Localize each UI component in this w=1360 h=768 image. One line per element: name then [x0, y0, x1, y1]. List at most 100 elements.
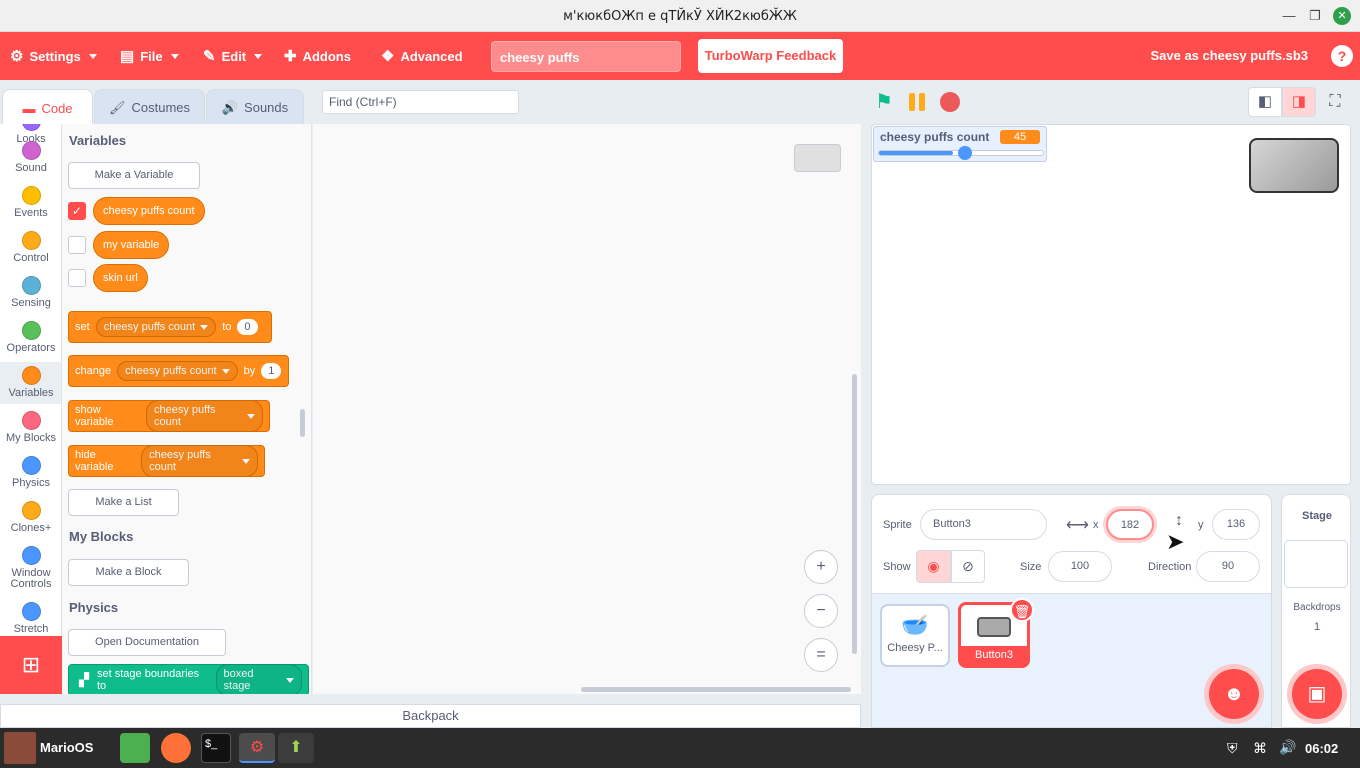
stop-icon[interactable] — [940, 92, 960, 112]
variable-checkbox[interactable]: ✓ — [68, 202, 86, 220]
edit-label: Edit — [221, 48, 247, 64]
zoom-out-button[interactable]: − — [804, 594, 838, 628]
backpack[interactable]: Backpack — [0, 704, 861, 728]
close-icon[interactable]: ✕ — [1333, 7, 1351, 25]
variable-dropdown[interactable]: cheesy puffs count — [141, 445, 258, 477]
direction-input[interactable]: 90 — [1196, 551, 1260, 582]
minimize-icon[interactable]: — — [1280, 7, 1298, 25]
project-title-input[interactable]: cheesy puffs — [491, 41, 681, 72]
large-stage-button[interactable]: ◨ — [1282, 87, 1316, 117]
category-clones+[interactable]: Clones+ — [0, 501, 61, 534]
variable-dropdown[interactable]: cheesy puffs count — [146, 400, 263, 432]
tab-code[interactable]: ▬ Code — [2, 89, 93, 126]
sprite-info-panel: Sprite Button3 ⟷ x 182 ↕ y 136 ➤ Show ◉ … — [871, 494, 1272, 594]
show-sprite-icon[interactable]: ◉ — [916, 550, 951, 583]
update-icon[interactable]: ⬆ — [278, 733, 314, 763]
save-as-button[interactable]: Save as cheesy puffs.sb3 — [1150, 48, 1308, 63]
palette-scrollbar[interactable] — [300, 409, 305, 437]
show-variable-block[interactable]: show variable cheesy puffs count — [68, 400, 270, 432]
category-operators[interactable]: Operators — [0, 321, 61, 354]
open-documentation-button[interactable]: Open Documentation — [68, 629, 226, 656]
script-workspace[interactable] — [313, 124, 861, 694]
stage-thumbnail[interactable] — [1284, 540, 1348, 588]
change-variable-block[interactable]: change cheesy puffs count by 1 — [68, 355, 289, 387]
workspace-vertical-scrollbar[interactable] — [852, 374, 857, 654]
stage-selector-panel[interactable]: Stage Backdrops 1 ▣ — [1281, 494, 1351, 728]
tab-costumes[interactable]: 🖌 Costumes — [94, 89, 205, 125]
make-list-button[interactable]: Make a List — [68, 489, 179, 516]
clock[interactable]: 06:02 — [1305, 741, 1338, 756]
start-menu-label[interactable]: MarioOS — [40, 740, 93, 755]
category-dot-icon — [21, 276, 41, 295]
help-button[interactable]: ? — [1331, 45, 1353, 67]
category-sound[interactable]: Sound — [0, 141, 61, 174]
variable-checkbox[interactable] — [68, 269, 86, 287]
value-input[interactable]: 1 — [261, 363, 282, 379]
boundary-dropdown[interactable]: boxed stage — [215, 664, 302, 694]
green-flag-icon[interactable]: ⚑ — [875, 91, 897, 113]
file-menu[interactable]: ▤ File — [120, 32, 179, 80]
category-stretch[interactable]: Stretch — [0, 602, 61, 635]
add-extension-button[interactable]: ⊞ — [0, 636, 62, 694]
chevron-down-icon — [88, 53, 97, 59]
category-events[interactable]: Events — [0, 186, 61, 219]
monitor-slider-handle[interactable] — [957, 146, 972, 160]
variable-reporter[interactable]: skin url — [93, 264, 148, 292]
terminal-icon[interactable]: $_ — [201, 733, 231, 763]
category-window-controls[interactable]: Window Controls — [0, 546, 61, 590]
sprite-thumbnail[interactable]: 🥣 Cheesy P... — [880, 604, 950, 667]
size-input[interactable]: 100 — [1048, 551, 1112, 582]
hide-sprite-icon[interactable]: ⊘ — [951, 550, 985, 583]
button-sprite[interactable] — [1249, 138, 1339, 193]
block-text: to — [222, 321, 232, 333]
variable-reporter[interactable]: my variable — [93, 231, 170, 259]
category-variables[interactable]: Variables — [0, 362, 61, 404]
category-physics[interactable]: Physics — [0, 456, 61, 489]
variable-dropdown[interactable]: cheesy puffs count — [95, 317, 217, 337]
hide-variable-block[interactable]: hide variable cheesy puffs count — [68, 445, 265, 477]
category-sensing[interactable]: Sensing — [0, 276, 61, 309]
add-backdrop-button[interactable]: ▣ — [1292, 669, 1342, 719]
sprite-name-input[interactable]: Button3 — [920, 509, 1047, 540]
x-position-input[interactable]: 182 — [1106, 509, 1154, 540]
turbowarp-icon[interactable]: ⚙ — [239, 733, 275, 763]
monitor-slider-track[interactable] — [878, 146, 1044, 160]
category-control[interactable]: Control — [0, 231, 61, 264]
fullscreen-icon[interactable]: ⛶ — [1320, 87, 1350, 117]
settings-menu[interactable]: ⚙ Settings — [10, 32, 97, 80]
variable-reporter[interactable]: cheesy puffs count — [93, 197, 205, 225]
maximize-icon[interactable]: ❐ — [1306, 7, 1324, 25]
delete-sprite-icon[interactable]: 🗑 — [1010, 598, 1034, 622]
tab-sounds[interactable]: 🔊 Sounds — [206, 89, 304, 125]
zoom-reset-button[interactable]: = — [804, 638, 838, 672]
variable-monitor[interactable]: cheesy puffs count 45 — [873, 126, 1047, 162]
add-sprite-button[interactable]: ☻ — [1209, 669, 1259, 719]
files-icon[interactable] — [120, 733, 150, 763]
workspace-horizontal-scrollbar[interactable] — [581, 687, 851, 692]
make-block-button[interactable]: Make a Block — [68, 559, 189, 586]
volume-icon[interactable]: 🔊 — [1279, 739, 1296, 756]
set-variable-block[interactable]: set cheesy puffs count to 0 — [68, 311, 272, 343]
set-stage-boundaries-block[interactable]: ▞ set stage boundaries to boxed stage — [68, 664, 309, 694]
edit-menu[interactable]: ✎ Edit — [203, 32, 263, 80]
bowl-icon: 🥣 — [901, 612, 929, 637]
category-my-blocks[interactable]: My Blocks — [0, 411, 61, 444]
small-stage-button[interactable]: ◧ — [1248, 87, 1282, 117]
pause-icon[interactable] — [907, 93, 929, 111]
advanced-menu[interactable]: ❖ Advanced — [381, 32, 463, 80]
firefox-icon[interactable] — [161, 733, 191, 763]
feedback-button[interactable]: TurboWarp Feedback — [698, 39, 843, 73]
y-position-input[interactable]: 136 — [1212, 509, 1260, 540]
addons-menu[interactable]: ✚ Addons — [284, 32, 351, 80]
start-menu-avatar[interactable] — [4, 732, 36, 764]
value-input[interactable]: 0 — [237, 319, 258, 335]
make-variable-button[interactable]: Make a Variable — [68, 162, 200, 189]
stage-canvas[interactable] — [871, 124, 1351, 485]
variable-checkbox[interactable] — [68, 236, 86, 254]
network-icon[interactable]: ⌘ — [1253, 740, 1267, 757]
find-input[interactable]: Find (Ctrl+F) — [322, 90, 519, 114]
shield-icon[interactable]: ⛨ — [1227, 740, 1238, 757]
zoom-in-button[interactable]: + — [804, 550, 838, 584]
variable-dropdown[interactable]: cheesy puffs count — [117, 361, 238, 381]
zoom-in-icon: + — [816, 558, 826, 575]
